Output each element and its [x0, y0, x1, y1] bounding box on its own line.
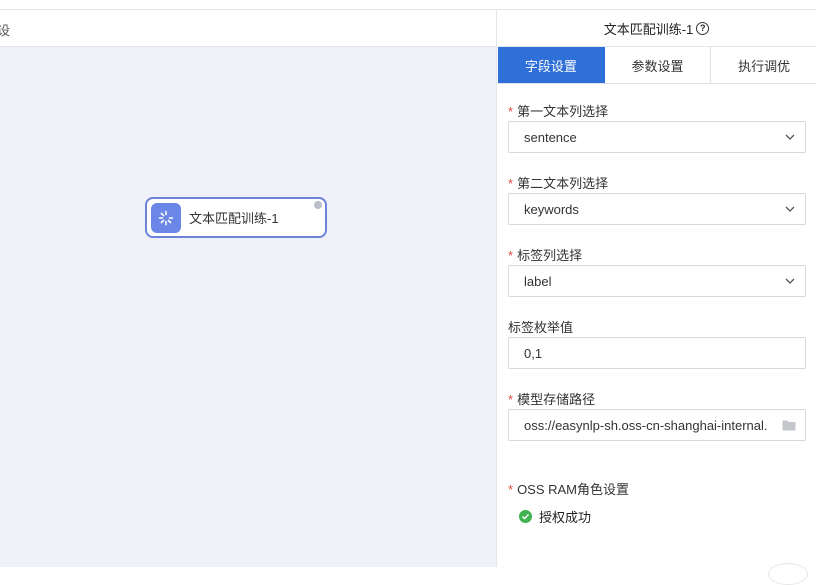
label-column-select[interactable]: label [508, 265, 806, 297]
authorization-status-text: 授权成功 [539, 510, 592, 525]
required-mark: * [508, 176, 514, 191]
canvas-header-title: 设 [0, 23, 11, 38]
first-text-column-select[interactable]: sentence [508, 121, 806, 153]
required-mark: * [508, 104, 514, 119]
label-enum-input[interactable]: 0,1 [508, 337, 806, 369]
check-circle-icon [519, 510, 532, 523]
chevron-down-icon [785, 134, 795, 140]
panel-title-text: 文本匹配训练-1 [603, 21, 694, 37]
required-mark: * [508, 392, 514, 407]
authorization-status: 授权成功 [519, 507, 591, 526]
properties-panel: 文本匹配训练-1 ? 字段设置 参数设置 执行调优 * 第一文本列选择 sente… [496, 10, 816, 585]
tab-field-settings[interactable]: 字段设置 [498, 47, 605, 83]
label-enum-label: 标签枚举值 [508, 320, 574, 335]
required-mark: * [508, 482, 514, 497]
loading-spinner-icon [151, 202, 181, 233]
select-value: keywords [524, 201, 579, 217]
folder-icon[interactable] [782, 419, 796, 431]
tab-parameter-settings[interactable]: 参数设置 [605, 47, 712, 83]
path-value: oss://easynlp-sh.oss-cn-shanghai-interna… [524, 417, 768, 433]
question-circle-icon[interactable]: ? [696, 21, 710, 35]
model-storage-path-input[interactable]: oss://easynlp-sh.oss-cn-shanghai-interna… [508, 409, 806, 441]
floating-button-edge[interactable] [768, 563, 808, 585]
panel-title: 文本匹配训练-1 ? [497, 10, 816, 47]
node-label: 文本匹配训练-1 [189, 211, 279, 226]
top-toolbar-strip [0, 0, 816, 10]
model-storage-path-label: * 模型存储路径 [508, 392, 596, 407]
label-column-label: * 标签列选择 [508, 248, 583, 263]
oss-ram-role-label: * OSS RAM角色设置 [508, 482, 630, 497]
second-text-column-select[interactable]: keywords [508, 193, 806, 225]
workflow-canvas[interactable]: 文本匹配训练-1 [0, 47, 496, 567]
first-text-column-label: * 第一文本列选择 [508, 104, 609, 119]
input-value: 0,1 [524, 345, 543, 361]
tab-execution-tuning[interactable]: 执行调优 [711, 47, 816, 83]
canvas-header: 设 [0, 10, 496, 47]
panel-tabs: 字段设置 参数设置 执行调优 [498, 47, 816, 84]
select-value: sentence [524, 129, 577, 145]
select-value: label [524, 273, 552, 289]
required-mark: * [508, 248, 514, 263]
chevron-down-icon [785, 278, 795, 284]
node-output-port[interactable] [314, 201, 322, 209]
workflow-node[interactable]: 文本匹配训练-1 [145, 197, 327, 238]
chevron-down-icon [785, 206, 795, 212]
second-text-column-label: * 第二文本列选择 [508, 176, 609, 191]
